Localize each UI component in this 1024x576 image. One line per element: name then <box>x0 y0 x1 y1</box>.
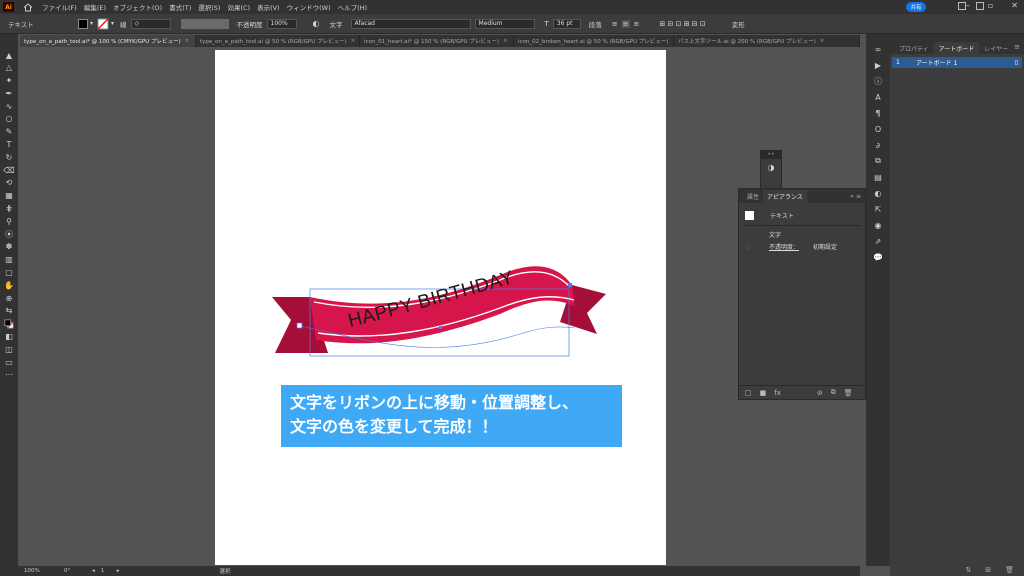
rotation-value[interactable]: 0° <box>64 568 78 574</box>
opentype-icon[interactable]: O <box>873 124 883 134</box>
current-tool: 選択 <box>219 569 231 575</box>
panel-menu-icon[interactable]: ≡ <box>1014 43 1020 51</box>
pathfinder-icon[interactable]: ⧉ <box>873 156 883 166</box>
appearance-panel: 属性 アピアランス » ≡ テキスト 文字 ◌ 不透明度： 初期設定 □ ■ f… <box>738 188 866 400</box>
glyphs-icon[interactable]: ∂ <box>873 140 883 150</box>
tab-properties[interactable]: プロパティ <box>894 42 934 54</box>
asset-export-icon[interactable]: ⇗ <box>873 236 883 246</box>
artboard-list-item[interactable]: 1 アートボード 1 ▯ <box>892 57 1022 68</box>
path-handle[interactable] <box>296 322 303 329</box>
add-fill-icon[interactable]: ■ <box>760 389 767 397</box>
opacity-label[interactable]: 不透明度： <box>769 242 799 251</box>
visibility-icon[interactable]: ◌ <box>745 243 769 250</box>
appearance-icon[interactable]: ◐ <box>873 188 883 198</box>
artboard-index: 1 <box>896 59 900 66</box>
artboard-name: アートボード 1 <box>916 60 958 67</box>
floating-mini-panel: •• ◑ <box>760 150 782 190</box>
arrange-artboards-icon[interactable]: ⇅ <box>965 566 971 574</box>
clear-appearance-icon[interactable]: ⊘ <box>817 389 823 397</box>
tab-artboards[interactable]: アートボード <box>933 42 980 54</box>
next-artboard-icon[interactable]: ▸ <box>117 568 120 574</box>
zoom-level[interactable]: 100% <box>24 568 48 574</box>
artboards-panel: プロパティ アートボード レイヤー ≡ 1 アートボード 1 ▯ ⇅ ⊞ 🗑 <box>890 34 1024 576</box>
caption-line: 文字をリボンの上に移動・位置調整し、 <box>290 393 579 412</box>
new-artboard-icon[interactable]: ⊞ <box>985 566 991 574</box>
panel-dock: ∞ ▶ ⓘ A ¶ O ∂ ⧉ ▤ ◐ ⇱ ◉ ⇗ 💬 <box>866 34 890 566</box>
object-thumbnail <box>745 210 754 220</box>
delete-artboard-icon[interactable]: 🗑 <box>1005 566 1014 574</box>
tab-layers[interactable]: レイヤー <box>979 42 1013 54</box>
object-label: テキスト <box>770 212 794 220</box>
artboards-panel-footer: ⇅ ⊞ 🗑 <box>890 564 1024 576</box>
caption-box: 文字をリボンの上に移動・位置調整し、 文字の色を変更して完成！！ <box>281 385 622 447</box>
status-bar: 100% 0° ◂ 1 ▸ 選択 <box>0 566 860 576</box>
artboard-options-icon[interactable]: ▯ <box>1015 59 1018 66</box>
panel-grip[interactable]: •• <box>761 151 781 159</box>
tab-appearance[interactable]: アピアランス <box>763 189 807 203</box>
color-guide-icon[interactable]: ◑ <box>761 163 781 172</box>
panel-menu-icon[interactable]: » ≡ <box>850 193 861 200</box>
export-icon[interactable]: ⇱ <box>873 204 883 214</box>
character-icon[interactable]: A <box>873 92 883 102</box>
graphic-styles-icon[interactable]: ◉ <box>873 220 883 230</box>
delete-item-icon[interactable]: 🗑 <box>844 389 853 397</box>
char-label: 文字 <box>769 231 782 239</box>
actions-icon[interactable]: ▶ <box>873 60 883 70</box>
appearance-panel-footer: □ ■ fx ⊘ ⧉ 🗑 <box>739 385 865 399</box>
paragraph-icon[interactable]: ¶ <box>873 108 883 118</box>
appearance-opacity-row[interactable]: ◌ 不透明度： 初期設定 <box>739 240 865 252</box>
info-icon[interactable]: ⓘ <box>873 76 883 86</box>
links-icon[interactable]: ∞ <box>873 44 883 54</box>
artboard-number[interactable]: 1 <box>101 568 111 574</box>
caption-line: 文字の色を変更して完成！！ <box>290 417 498 436</box>
path-handle[interactable] <box>568 283 572 287</box>
add-stroke-icon[interactable]: □ <box>745 389 752 397</box>
right-panel-tabs: プロパティ アートボード レイヤー ≡ <box>890 34 1024 54</box>
divider <box>743 225 861 226</box>
opacity-value: 初期設定 <box>813 243 838 251</box>
appearance-object-row[interactable]: テキスト <box>739 207 865 223</box>
appearance-panel-tabs: 属性 アピアランス » ≡ <box>739 189 865 203</box>
tab-attributes[interactable]: 属性 <box>743 190 763 203</box>
duplicate-item-icon[interactable]: ⧉ <box>831 388 836 397</box>
comments-icon[interactable]: 💬 <box>873 252 883 262</box>
document-info-icon[interactable]: ▤ <box>873 172 883 182</box>
add-effect-icon[interactable]: fx <box>774 389 781 397</box>
prev-artboard-icon[interactable]: ◂ <box>92 568 95 574</box>
path-handle[interactable] <box>439 326 442 329</box>
appearance-char-row[interactable]: 文字 <box>739 228 865 240</box>
